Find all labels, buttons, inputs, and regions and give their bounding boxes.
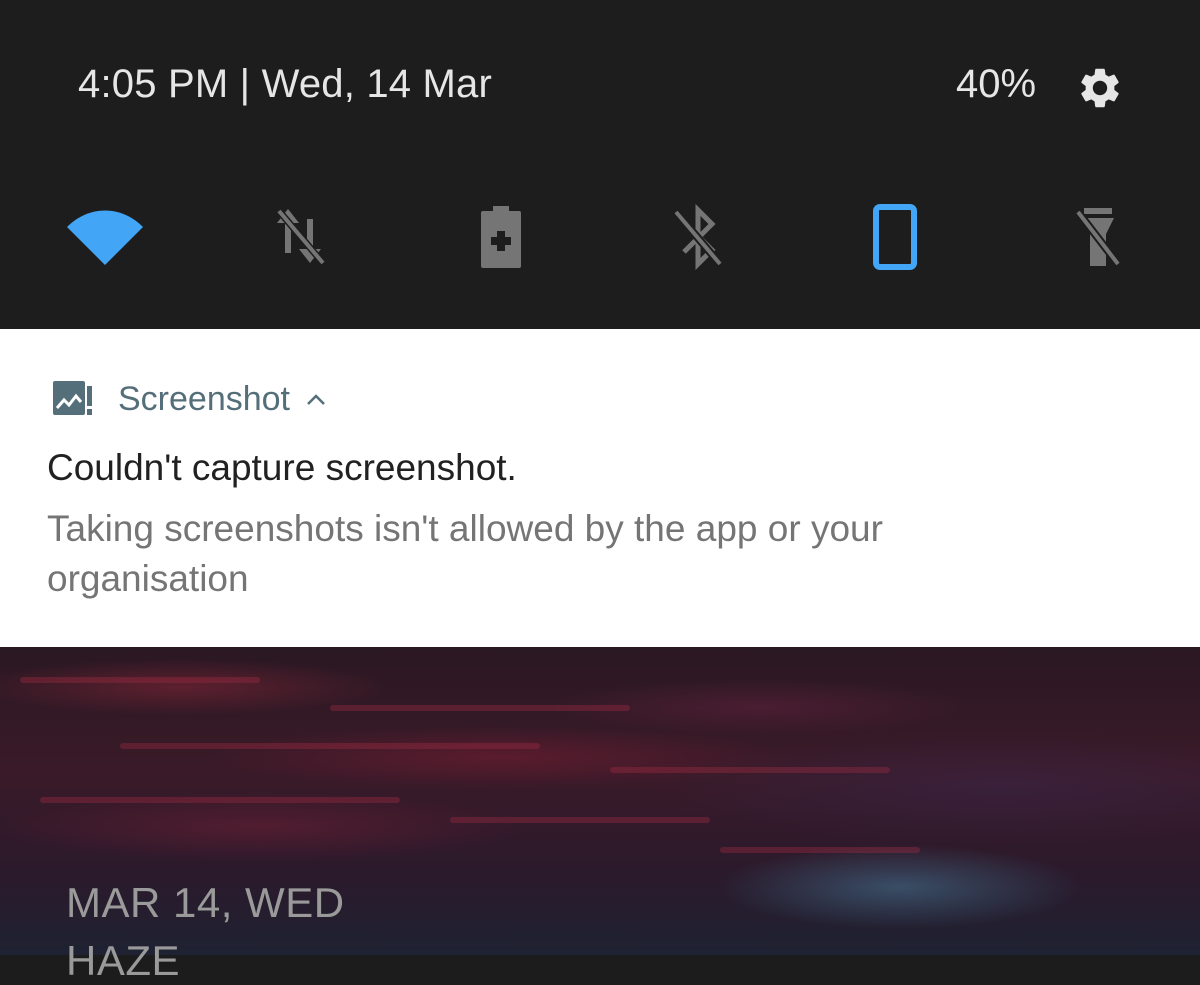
notification-header: Screenshot	[52, 377, 326, 421]
tile-wifi[interactable]	[55, 201, 155, 273]
screenshot-error-icon	[53, 381, 92, 415]
quick-settings-panel: 4:05 PM | Wed, 14 Mar 40%	[0, 0, 1200, 329]
flashlight-off-icon	[1074, 208, 1122, 267]
mobile-data-off-icon	[276, 208, 326, 266]
tile-battery-saver[interactable]	[451, 201, 551, 273]
battery-saver-icon	[481, 206, 521, 268]
tile-auto-rotate[interactable]	[846, 201, 946, 273]
tile-mobile-data[interactable]	[251, 201, 351, 273]
portrait-rotate-icon	[873, 204, 917, 270]
notification-body: Taking screenshots isn't allowed by the …	[47, 508, 883, 599]
notification-title: Couldn't capture screenshot.	[47, 447, 517, 488]
bluetooth-off-icon	[672, 204, 724, 270]
wifi-icon	[67, 210, 143, 265]
screenshot-notification[interactable]: Screenshot Couldn't capture screenshot. …	[0, 329, 1200, 647]
battery-percentage: 40%	[956, 62, 1037, 106]
lockscreen-wallpaper: MAR 14, WED HAZE	[0, 647, 1200, 984]
quick-settings-tiles	[0, 175, 1200, 329]
notification-app-name: Screenshot	[118, 379, 290, 418]
lockscreen-weather: HAZE	[66, 937, 181, 984]
gear-icon[interactable]	[1076, 64, 1124, 112]
chevron-up-icon[interactable]	[306, 392, 326, 406]
date-time: 4:05 PM | Wed, 14 Mar	[78, 62, 493, 106]
tile-flashlight[interactable]	[1048, 201, 1148, 273]
lockscreen-date: MAR 14, WED	[66, 879, 345, 926]
status-row: 4:05 PM | Wed, 14 Mar 40%	[0, 0, 1200, 175]
tile-bluetooth[interactable]	[648, 201, 748, 273]
